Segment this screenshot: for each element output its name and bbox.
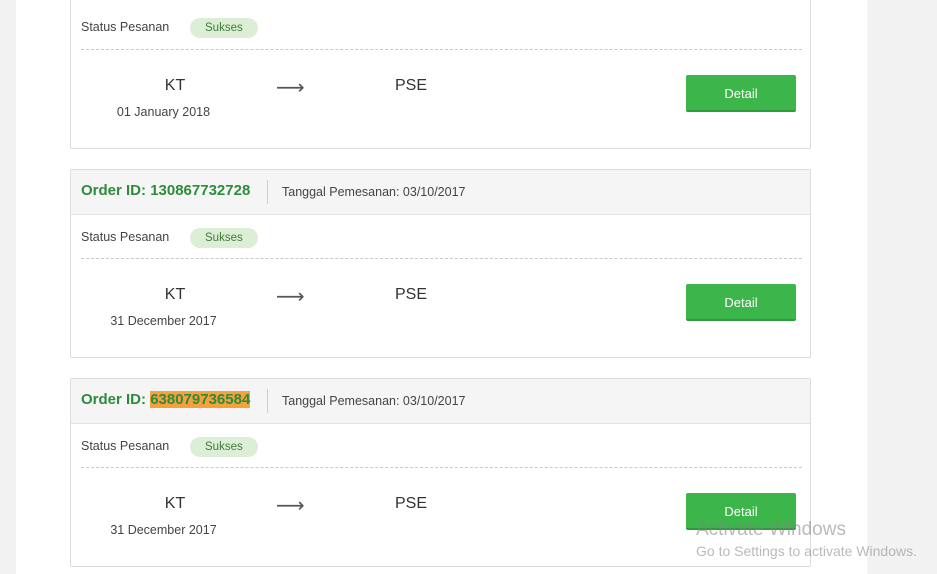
route-destination: PSE	[394, 495, 427, 512]
order-date: Tanggal Pemesanan: 03/10/2017	[282, 185, 466, 199]
order-id: Order ID: 130867732728	[81, 182, 250, 199]
order-card: Status Pesanan Sukses KT 01 January 2018…	[70, 0, 811, 149]
arrow-right-icon: ⟶	[276, 495, 305, 517]
order-id-number-highlighted: 638079736584	[150, 391, 251, 408]
route-origin: KT	[164, 286, 186, 303]
order-id: Order ID: 638079736584	[81, 391, 251, 408]
activate-windows-watermark: Activate Windows Go to Settings to activ…	[696, 519, 917, 559]
status-row: Status Pesanan Sukses	[71, 220, 810, 254]
status-label: Status Pesanan	[81, 20, 170, 34]
status-badge: Sukses	[190, 228, 258, 248]
status-badge: Sukses	[190, 18, 258, 38]
status-badge: Sukses	[190, 437, 258, 457]
departure-date: 31 December 2017	[110, 314, 217, 328]
order-id-number: 130867732728	[150, 182, 251, 199]
header-divider	[267, 180, 268, 204]
divider	[81, 49, 802, 50]
route-destination: PSE	[394, 286, 427, 303]
detail-button[interactable]: Detail	[686, 284, 796, 321]
route-origin: KT	[164, 495, 186, 512]
departure-date: 31 December 2017	[110, 523, 217, 537]
departure-date: 01 January 2018	[116, 105, 211, 119]
divider	[81, 258, 802, 259]
order-card: Order ID: 130867732728 Tanggal Pemesanan…	[70, 169, 811, 358]
status-label: Status Pesanan	[81, 230, 170, 244]
divider	[81, 467, 802, 468]
order-id-label: Order ID:	[81, 391, 151, 408]
watermark-title: Activate Windows	[696, 519, 846, 540]
order-date: Tanggal Pemesanan: 03/10/2017	[282, 394, 466, 408]
status-row: Status Pesanan Sukses	[71, 10, 810, 44]
order-header: Order ID: 638079736584 Tanggal Pemesanan…	[71, 379, 810, 424]
watermark-subtitle: Go to Settings to activate Windows.	[696, 543, 917, 559]
status-label: Status Pesanan	[81, 439, 170, 453]
route-destination: PSE	[394, 77, 427, 94]
detail-button[interactable]: Detail	[686, 75, 796, 112]
arrow-right-icon: ⟶	[276, 77, 305, 99]
order-id-label: Order ID:	[81, 182, 151, 199]
route-origin: KT	[164, 77, 186, 94]
arrow-right-icon: ⟶	[276, 286, 305, 308]
status-row: Status Pesanan Sukses	[71, 429, 810, 463]
header-divider	[267, 389, 268, 413]
order-header: Order ID: 130867732728 Tanggal Pemesanan…	[71, 170, 810, 215]
